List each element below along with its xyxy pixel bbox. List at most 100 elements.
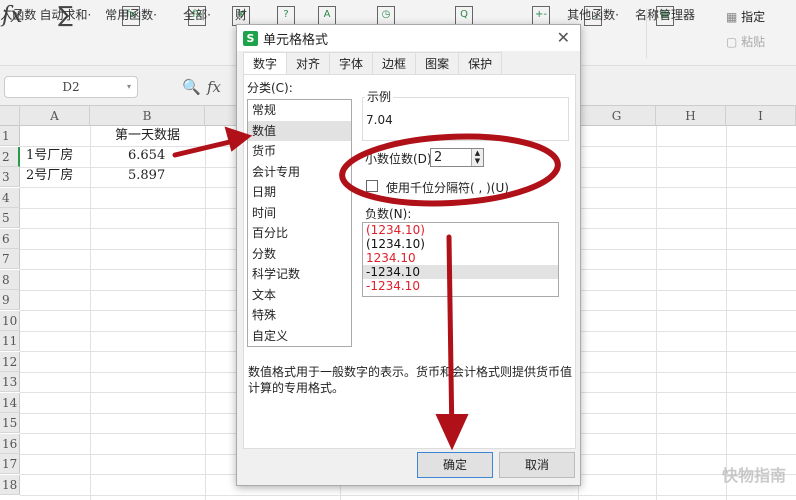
negative-format-item[interactable]: -1234.10 xyxy=(363,265,558,279)
cell-a3[interactable]: 2号厂房 xyxy=(26,166,73,186)
row-header[interactable]: 16 xyxy=(0,433,20,454)
thousands-separator-checkbox[interactable] xyxy=(366,180,378,192)
category-item[interactable]: 文本 xyxy=(248,285,351,306)
tab-border[interactable]: 边框 xyxy=(372,52,417,74)
finance-button[interactable]: ¥ 财 xyxy=(232,2,250,26)
select-all-corner[interactable] xyxy=(0,106,20,126)
label: 指定 xyxy=(741,10,766,24)
column-header-b[interactable]: B xyxy=(90,106,205,126)
row-header[interactable]: 6 xyxy=(0,228,20,249)
cell-b1[interactable]: 第一天数据 xyxy=(90,126,205,146)
category-item[interactable]: 时间 xyxy=(248,203,351,224)
decimal-places-stepper[interactable]: 2 ▲ ▼ xyxy=(430,148,484,167)
row-header[interactable]: 14 xyxy=(0,392,20,413)
common-functions-button[interactable]: fx 常用函数· xyxy=(105,2,157,26)
row-header[interactable]: 10 xyxy=(0,310,20,331)
label: 插入函数 xyxy=(0,8,37,22)
category-item[interactable]: 常规 xyxy=(248,100,351,121)
label: 全部· xyxy=(183,8,211,22)
category-list[interactable]: 常规 数值 货币 会计专用 日期 时间 百分比 分数 科学记数 文本 特殊 自定义 xyxy=(247,99,352,347)
negative-format-item[interactable]: (1234.10) xyxy=(363,223,558,237)
category-item[interactable]: 分数 xyxy=(248,244,351,265)
paste-button[interactable]: ▢ 粘贴 xyxy=(726,33,765,50)
category-item[interactable]: 特殊 xyxy=(248,305,351,326)
format-cells-dialog: S 单元格格式 ✕ 数字 对齐 字体 边框 图案 保护 分类(C): 常规 数值 货币会… xyxy=(236,24,581,486)
row-header[interactable]: 2 xyxy=(0,146,20,167)
cell-ref: D2 xyxy=(62,80,80,94)
close-icon[interactable]: ✕ xyxy=(557,28,570,47)
wps-logo-icon: S xyxy=(243,30,258,46)
column-header-h[interactable]: H xyxy=(656,106,726,126)
zoom-search-icon[interactable]: 🔍 xyxy=(182,78,201,96)
math-button[interactable]: +- xyxy=(532,2,550,26)
gridline xyxy=(726,126,727,500)
watermark: 快物指南 xyxy=(721,466,786,485)
negative-format-item[interactable]: -1234.10 xyxy=(363,279,558,293)
tab-alignment[interactable]: 对齐 xyxy=(286,52,331,74)
row-header[interactable]: 13 xyxy=(0,372,20,392)
row-header[interactable]: 5 xyxy=(0,208,20,228)
autosum-button[interactable]: ∑ 自动求和· xyxy=(40,2,92,30)
math-icon: +- xyxy=(532,6,550,26)
cancel-button[interactable]: 取消 xyxy=(499,452,575,478)
column-header-a[interactable]: A xyxy=(20,106,90,126)
thousands-separator-label: 使用千位分隔符( , )(U) xyxy=(386,181,509,195)
all-functions-button[interactable]: fx 全部· xyxy=(183,2,211,26)
row-header[interactable]: 1 xyxy=(0,126,20,146)
ok-button[interactable]: 确定 xyxy=(417,452,493,478)
row-header[interactable]: 15 xyxy=(0,413,20,433)
category-item[interactable]: 自定义 xyxy=(248,326,351,347)
specify-button[interactable]: ▦ 指定 xyxy=(726,8,765,25)
category-item[interactable]: 会计专用 xyxy=(248,162,351,183)
row-header[interactable]: 4 xyxy=(0,187,20,208)
negative-numbers-list[interactable]: (1234.10) (1234.10) 1234.10 -1234.10 -1234.1… xyxy=(362,222,559,297)
row-header[interactable]: 7 xyxy=(0,249,20,269)
row-header[interactable]: 8 xyxy=(0,269,20,290)
other-functions-button[interactable]: … 其他函数· xyxy=(567,2,619,26)
insert-function-button[interactable]: fx插入函数 xyxy=(0,2,36,30)
sample-value: 7.04 xyxy=(366,113,393,127)
decimal-places-label: 小数位数(D): xyxy=(365,152,436,166)
column-header-g[interactable]: G xyxy=(578,106,656,126)
tab-bar: 数字 对齐 字体 边框 图案 保护 xyxy=(243,52,503,76)
datetime-button[interactable]: ◷ xyxy=(377,2,395,26)
category-item[interactable]: 日期 xyxy=(248,182,351,203)
category-item[interactable]: 百分比 xyxy=(248,223,351,244)
cell-b2[interactable]: 6.654 xyxy=(128,146,165,166)
chevron-down-icon: ▾ xyxy=(126,82,131,91)
name-box[interactable]: D2 ▾ xyxy=(4,76,138,98)
decimal-value: 2 xyxy=(434,150,443,165)
tab-protection[interactable]: 保护 xyxy=(458,52,503,74)
row-header[interactable]: 3 xyxy=(0,167,20,187)
category-item[interactable]: 科学记数 xyxy=(248,264,351,285)
negative-format-item[interactable]: 1234.10 xyxy=(363,251,558,265)
name-manager-button[interactable]: ▤ 名称管理器 xyxy=(635,2,695,26)
category-label: 分类(C): xyxy=(247,81,293,95)
cell-b3[interactable]: 5.897 xyxy=(128,166,165,186)
column-header-i[interactable]: I xyxy=(726,106,796,126)
fx-icon[interactable]: fx xyxy=(207,78,221,96)
logic-button[interactable]: ? xyxy=(277,2,295,26)
text-button[interactable]: A xyxy=(318,2,336,26)
paste-icon: ▢ xyxy=(726,35,742,49)
dialog-title: 单元格格式 xyxy=(263,32,329,48)
row-header[interactable]: 17 xyxy=(0,454,20,474)
cell-a2[interactable]: 1号厂房 xyxy=(26,146,73,166)
gridline xyxy=(205,126,206,500)
gridline xyxy=(90,126,91,500)
negative-format-item[interactable]: (1234.10) xyxy=(363,237,558,251)
sample-label: 示例 xyxy=(365,88,394,105)
lookup-button[interactable]: Q xyxy=(455,2,473,26)
gridline xyxy=(656,126,657,500)
row-header[interactable]: 11 xyxy=(0,331,20,351)
row-header[interactable]: 18 xyxy=(0,474,20,495)
category-item[interactable]: 货币 xyxy=(248,141,351,162)
row-header[interactable]: 9 xyxy=(0,290,20,310)
tab-font[interactable]: 字体 xyxy=(329,52,374,74)
spin-arrows-icon[interactable]: ▲ ▼ xyxy=(471,149,483,166)
tab-pattern[interactable]: 图案 xyxy=(415,52,460,74)
tab-number[interactable]: 数字 xyxy=(243,52,288,76)
category-item[interactable]: 数值 xyxy=(248,120,351,141)
label: 粘贴 xyxy=(741,35,766,49)
row-header[interactable]: 12 xyxy=(0,351,20,372)
